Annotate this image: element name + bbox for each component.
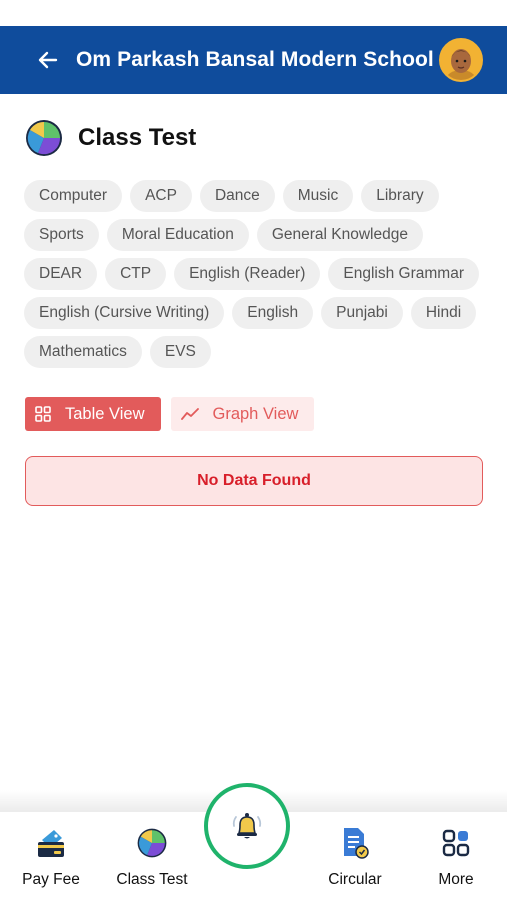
subject-chip[interactable]: Music — [282, 180, 354, 212]
nav-more-label: More — [438, 871, 474, 888]
subject-chip[interactable]: Punjabi — [321, 297, 403, 329]
subject-chip[interactable]: Moral Education — [106, 219, 249, 251]
back-button[interactable] — [26, 38, 70, 82]
subject-chip[interactable]: Mathematics — [24, 336, 142, 368]
view-toggle: Table View Graph View — [25, 397, 315, 431]
arrow-left-icon — [38, 51, 58, 69]
nav-pay-fee-label: Pay Fee — [22, 871, 80, 888]
trend-line-icon — [180, 406, 199, 422]
subject-chip[interactable]: Library — [361, 180, 439, 212]
subject-chip[interactable]: ACP — [130, 180, 192, 212]
subject-chip[interactable]: Computer — [24, 180, 123, 212]
subject-chips: Computer ACP Dance Music Library Sports … — [24, 180, 484, 368]
bell-icon — [232, 813, 262, 839]
student-avatar[interactable] — [439, 38, 483, 82]
nav-more[interactable]: More — [411, 812, 501, 900]
status-bar — [0, 0, 507, 26]
nav-circular-label: Circular — [328, 871, 382, 888]
avatar-image — [441, 40, 481, 80]
subject-chip[interactable]: English (Cursive Writing) — [24, 297, 225, 329]
subject-chip[interactable]: EVS — [149, 336, 211, 368]
app-bar: Om Parkash Bansal Modern School — [0, 26, 507, 94]
subject-chip[interactable]: Hindi — [410, 297, 477, 329]
subject-chip[interactable]: DEAR — [24, 258, 98, 290]
nav-pay-fee[interactable]: Pay Fee — [6, 812, 96, 900]
table-view-label: Table View — [65, 404, 145, 423]
subject-chip[interactable]: General Knowledge — [256, 219, 423, 251]
subject-chip[interactable]: English — [232, 297, 314, 329]
graph-view-button[interactable]: Graph View — [170, 397, 315, 431]
subject-chip[interactable]: Dance — [199, 180, 275, 212]
nav-class-test[interactable]: Class Test — [107, 812, 197, 900]
document-icon — [340, 826, 370, 860]
school-name: Om Parkash Bansal Modern School — [76, 48, 434, 71]
pie-chart-icon — [136, 826, 168, 860]
table-view-button[interactable]: Table View — [25, 397, 161, 431]
graph-view-label: Graph View — [212, 404, 299, 423]
pie-chart-icon — [26, 120, 62, 156]
subject-chip[interactable]: CTP — [105, 258, 167, 290]
grid-icon — [35, 406, 51, 422]
subject-chip[interactable]: English (Reader) — [174, 258, 321, 290]
subject-chip[interactable]: English Grammar — [328, 258, 479, 290]
notification-button[interactable] — [204, 783, 290, 869]
no-data-message: No Data Found — [25, 456, 483, 506]
page-title: Class Test — [78, 124, 197, 151]
nav-class-test-label: Class Test — [116, 871, 188, 888]
apps-grid-icon — [442, 826, 470, 860]
page-header: Class Test — [24, 118, 196, 158]
subject-chip[interactable]: Sports — [24, 219, 99, 251]
credit-card-icon — [34, 826, 68, 860]
nav-circular[interactable]: Circular — [310, 812, 400, 900]
